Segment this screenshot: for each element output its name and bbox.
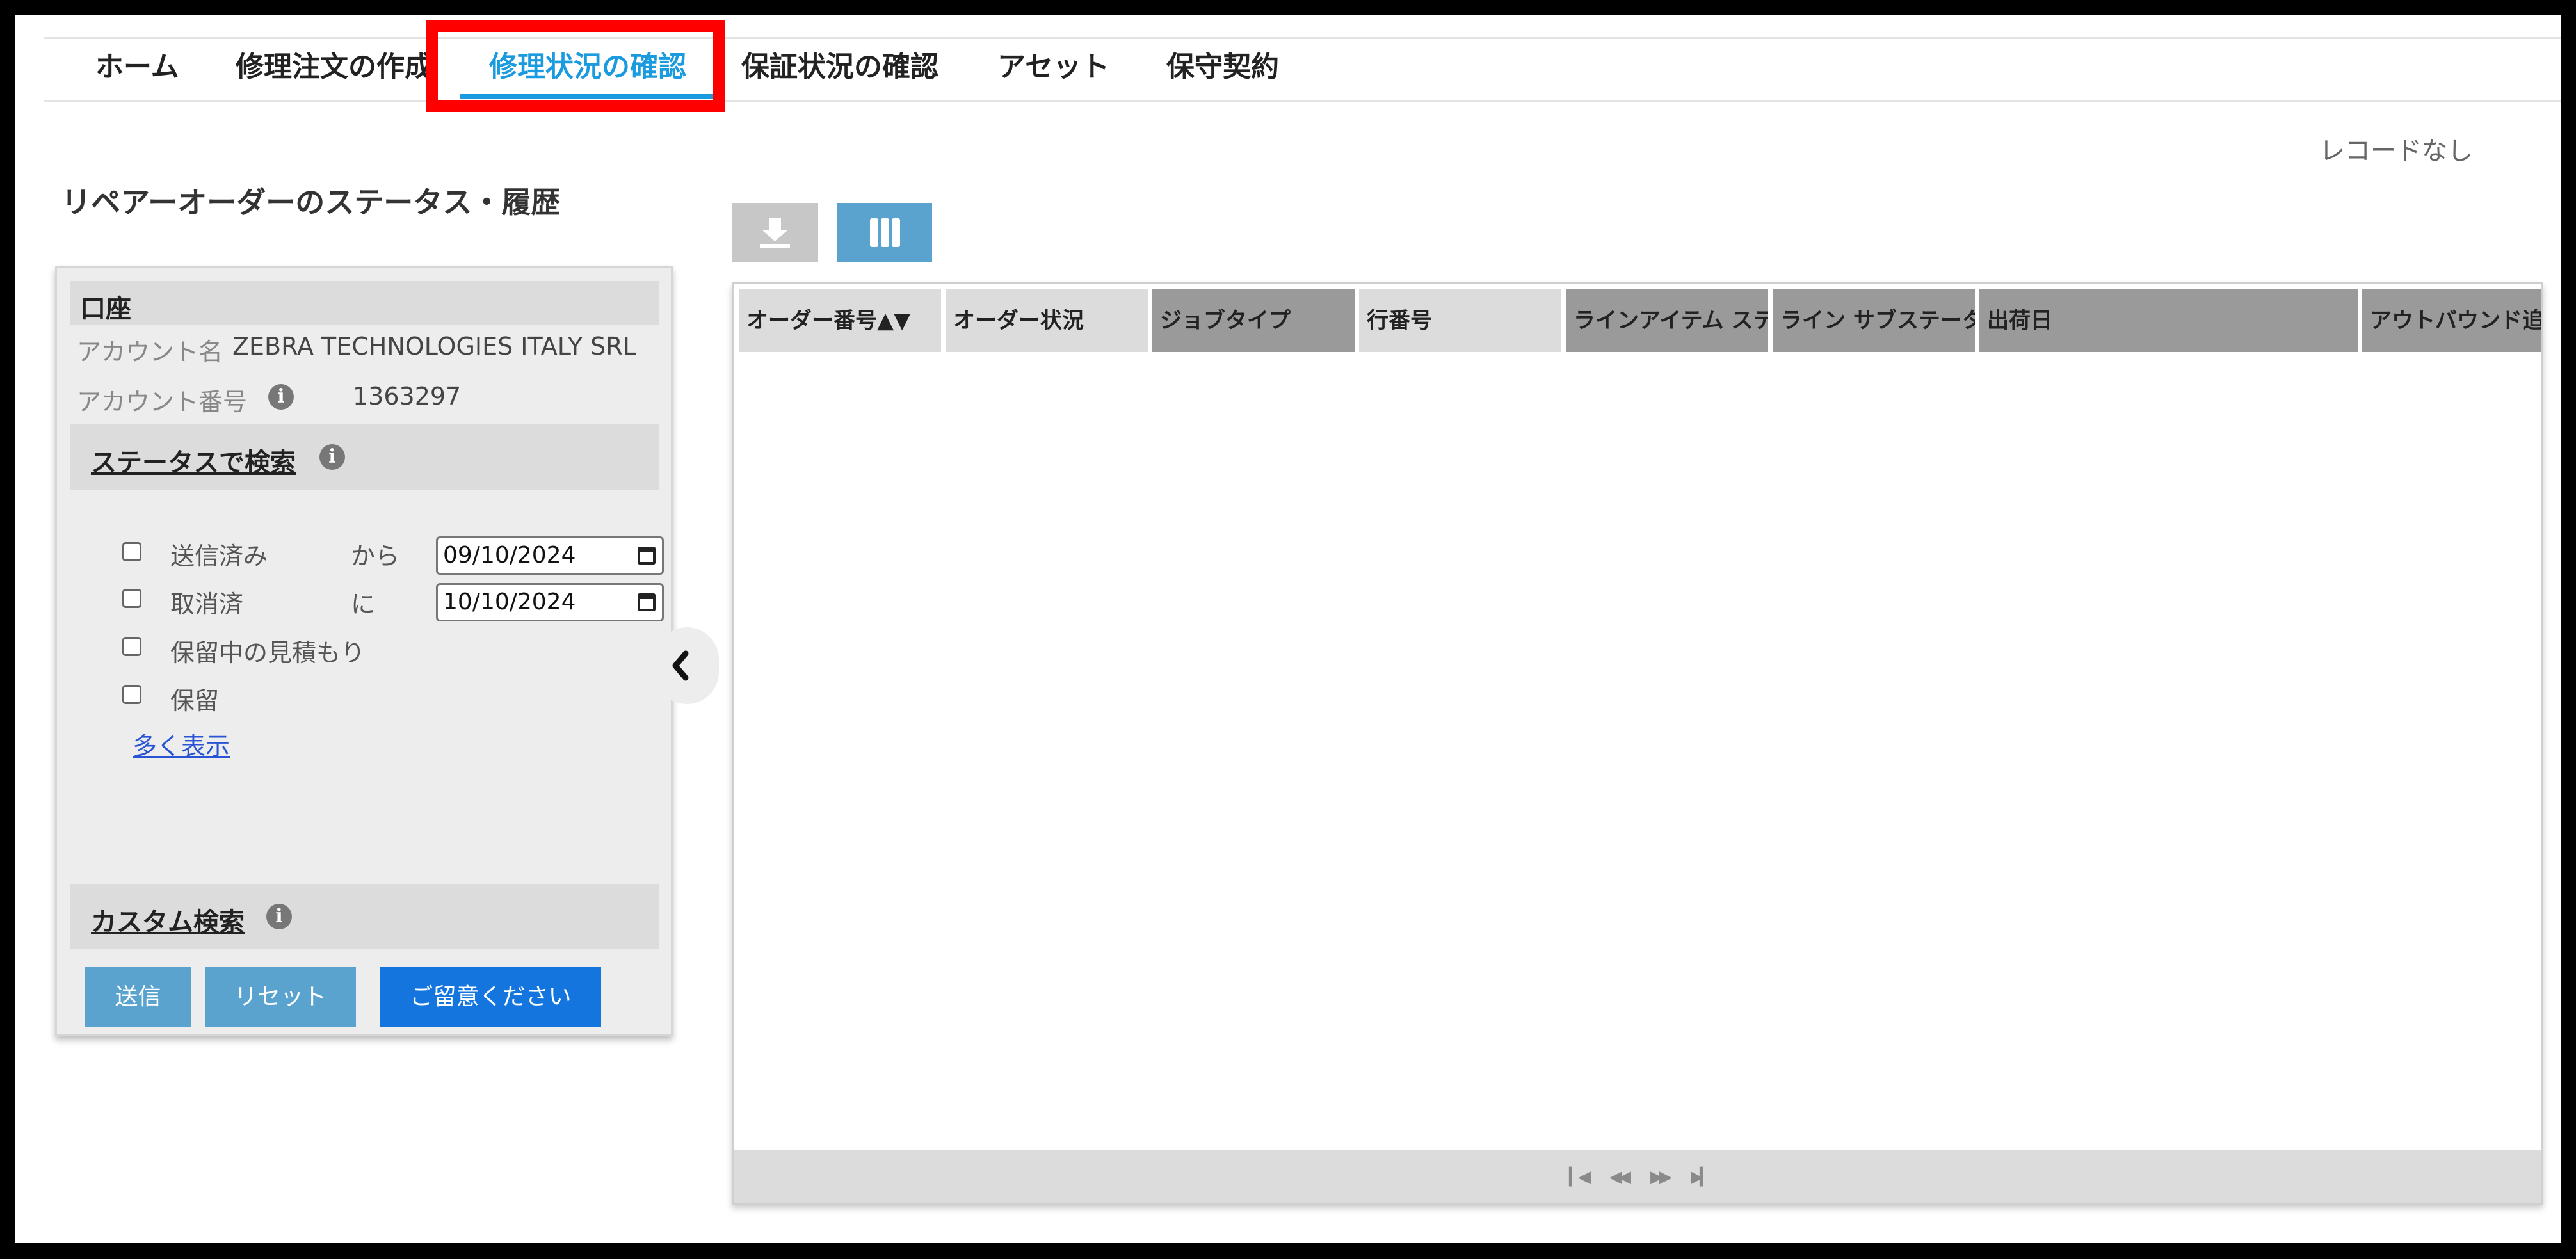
- nav-item-warranty-status[interactable]: 保証状況の確認: [741, 48, 938, 86]
- nav-divider: [44, 100, 2561, 102]
- custom-search-title[interactable]: カスタム検索: [91, 901, 245, 938]
- account-number-label: アカウント番号: [77, 388, 248, 416]
- show-more-link[interactable]: 多く表示: [133, 726, 230, 762]
- date-from-value: 09/10/2024: [443, 542, 576, 568]
- chevron-left-icon: [672, 650, 689, 681]
- next-page-icon[interactable]: ▶▶: [1650, 1167, 1672, 1187]
- date-to-value: 10/10/2024: [443, 589, 576, 615]
- nav-item-assets[interactable]: アセット: [997, 48, 1109, 86]
- filter-panel: 口座 アカウント名 ZEBRA TECHNOLOGIES ITALY SRL ア…: [55, 266, 673, 1036]
- last-page-icon[interactable]: ▶▎: [1691, 1167, 1712, 1187]
- page-title: リペアーオーダーのステータス・履歴: [61, 185, 561, 220]
- notice-button[interactable]: ご留意ください: [380, 967, 601, 1027]
- account-section-title: 口座: [80, 294, 131, 324]
- info-icon[interactable]: i: [266, 904, 292, 929]
- calendar-icon[interactable]: [638, 593, 656, 611]
- account-name-value: ZEBRA TECHNOLOGIES ITALY SRL: [232, 332, 636, 360]
- grid-pager-bar: ▎◀ ◀◀ ▶▶ ▶▎: [734, 1150, 2541, 1203]
- download-icon: [760, 218, 790, 248]
- date-to-input[interactable]: 10/10/2024: [436, 583, 664, 621]
- prev-page-icon[interactable]: ◀◀: [1609, 1167, 1631, 1187]
- info-icon[interactable]: i: [268, 384, 294, 410]
- column-header-line-number[interactable]: 行番号: [1359, 289, 1561, 352]
- checkbox-sent-label: 送信済み: [170, 542, 268, 570]
- column-header-ship-date[interactable]: 出荷日: [1979, 289, 2358, 352]
- checkbox-on-hold[interactable]: [122, 685, 141, 704]
- date-to-label: に: [351, 590, 376, 618]
- checkbox-cancelled-label: 取消済: [170, 590, 244, 618]
- account-number-value: 1363297: [353, 382, 462, 410]
- checkbox-pending-quote[interactable]: [122, 637, 141, 656]
- account-section-header: 口座: [70, 281, 659, 325]
- info-icon[interactable]: i: [319, 444, 345, 470]
- download-button[interactable]: [732, 203, 818, 262]
- top-divider: [44, 37, 2561, 39]
- submit-button[interactable]: 送信: [85, 967, 191, 1027]
- reset-button[interactable]: リセット: [205, 967, 356, 1027]
- checkbox-cancelled[interactable]: [122, 589, 141, 608]
- custom-search-header[interactable]: カスタム検索 i: [70, 884, 659, 949]
- checkbox-pending-quote-label: 保留中の見積もり: [170, 639, 366, 667]
- app-frame: ホーム 修理注文の作成 修理状況の確認 保証状況の確認 アセット 保守契約 リペ…: [15, 15, 2561, 1243]
- collapse-panel-button[interactable]: [655, 627, 719, 704]
- column-header-order-number[interactable]: オーダー番号▲▼: [739, 289, 941, 352]
- columns-icon: [870, 218, 900, 247]
- column-header-job-type[interactable]: ジョブタイプ: [1152, 289, 1355, 352]
- calendar-icon[interactable]: [638, 547, 656, 565]
- status-search-header[interactable]: ステータスで検索 i: [70, 424, 659, 490]
- column-header-line-item-status[interactable]: ラインアイテム ステ: [1566, 289, 1768, 352]
- date-from-input[interactable]: 09/10/2024: [436, 536, 664, 575]
- columns-button[interactable]: [837, 203, 932, 262]
- date-from-label: から: [351, 542, 400, 570]
- orders-grid: オーダー番号▲▼ オーダー状況 ジョブタイプ 行番号 ラインアイテム ステ ライ…: [732, 282, 2543, 1205]
- status-search-title[interactable]: ステータスで検索: [91, 442, 296, 479]
- column-header-order-status[interactable]: オーダー状況: [946, 289, 1148, 352]
- column-header-outbound-tracking[interactable]: アウトバウンド追跡: [2362, 289, 2541, 352]
- highlight-box: [426, 20, 725, 112]
- nav-item-create-repair-order[interactable]: 修理注文の作成: [236, 48, 433, 86]
- account-name-label: アカウント名: [77, 338, 223, 366]
- nav-item-maintenance-contract[interactable]: 保守契約: [1166, 48, 1279, 86]
- first-page-icon[interactable]: ▎◀: [1569, 1167, 1591, 1187]
- nav-item-home[interactable]: ホーム: [95, 48, 179, 86]
- checkbox-sent[interactable]: [122, 542, 141, 561]
- record-count: レコードなし: [2319, 136, 2473, 166]
- checkbox-on-hold-label: 保留: [170, 687, 220, 715]
- column-header-line-substatus[interactable]: ライン サブステータ: [1773, 289, 1975, 352]
